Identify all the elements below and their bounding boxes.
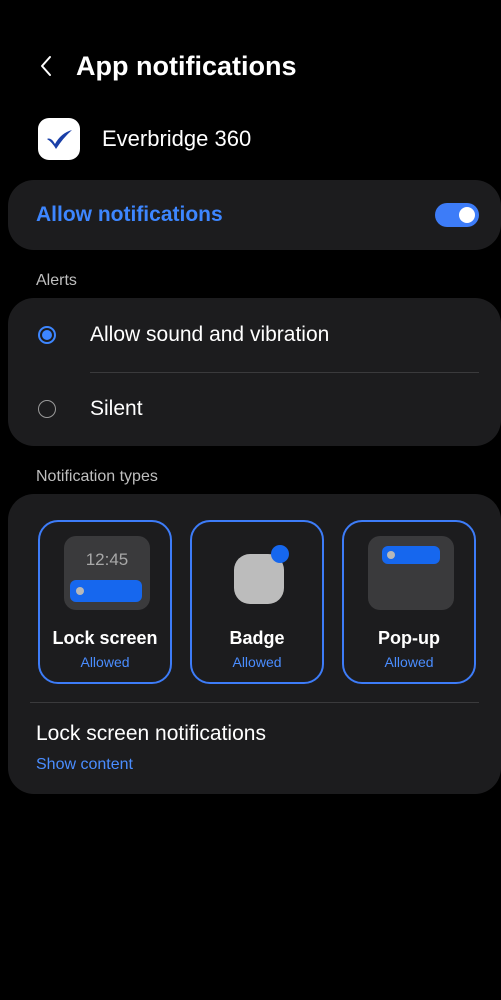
preview-time: 12:45 <box>85 550 129 569</box>
type-card-status: Allowed <box>384 654 434 670</box>
lock-screen-notifications-title: Lock screen notifications <box>36 722 266 745</box>
popup-preview <box>368 536 454 610</box>
allow-notifications-row[interactable]: Allow notifications <box>8 180 501 250</box>
app-name: Everbridge 360 <box>102 126 252 151</box>
radio-unselected-icon <box>38 400 56 418</box>
back-button[interactable] <box>20 40 72 92</box>
notification-types-section-label: Notification types <box>36 468 158 485</box>
type-card-status: Allowed <box>232 654 282 670</box>
notification-types-card: 12:45 Lock screen Allowed Badge Allowed … <box>8 494 501 794</box>
type-card-badge[interactable]: Badge Allowed <box>190 520 324 684</box>
type-card-lock-screen[interactable]: 12:45 Lock screen Allowed <box>38 520 172 684</box>
type-card-popup[interactable]: Pop-up Allowed <box>342 520 476 684</box>
header: App notifications <box>8 40 501 92</box>
page-title: App notifications <box>76 50 297 81</box>
type-card-name: Lock screen <box>52 628 158 648</box>
badge-dot-icon <box>271 545 289 563</box>
allow-notifications-label: Allow notifications <box>36 203 223 226</box>
app-info: Everbridge 360 <box>38 116 251 162</box>
alerts-card: Allow sound and vibration Silent <box>8 298 501 446</box>
radio-selected-icon <box>38 326 56 344</box>
lock-screen-preview: 12:45 <box>64 536 150 610</box>
type-card-status: Allowed <box>80 654 130 670</box>
app-icon <box>38 118 80 160</box>
preview-popup-bar <box>382 546 440 564</box>
toggle-knob <box>459 207 475 223</box>
preview-notification-bar <box>70 580 142 602</box>
everbridge-checkmark-icon <box>47 130 72 149</box>
radio-label: Allow sound and vibration <box>90 323 330 346</box>
radio-option-sound-vibration[interactable]: Allow sound and vibration <box>8 298 501 372</box>
lock-screen-notifications-row[interactable]: Lock screen notifications Show content <box>8 704 501 790</box>
type-card-name: Pop-up <box>378 628 440 648</box>
radio-option-silent[interactable]: Silent <box>8 372 501 446</box>
lock-screen-notifications-value: Show content <box>36 756 133 773</box>
allow-notifications-toggle[interactable] <box>435 203 479 227</box>
screen: App notifications Everbridge 360 Allow n… <box>8 0 501 1000</box>
chevron-left-icon <box>41 56 51 76</box>
divider <box>30 702 479 703</box>
radio-label: Silent <box>90 397 143 420</box>
type-card-name: Badge <box>229 628 285 648</box>
alerts-section-label: Alerts <box>36 272 77 289</box>
